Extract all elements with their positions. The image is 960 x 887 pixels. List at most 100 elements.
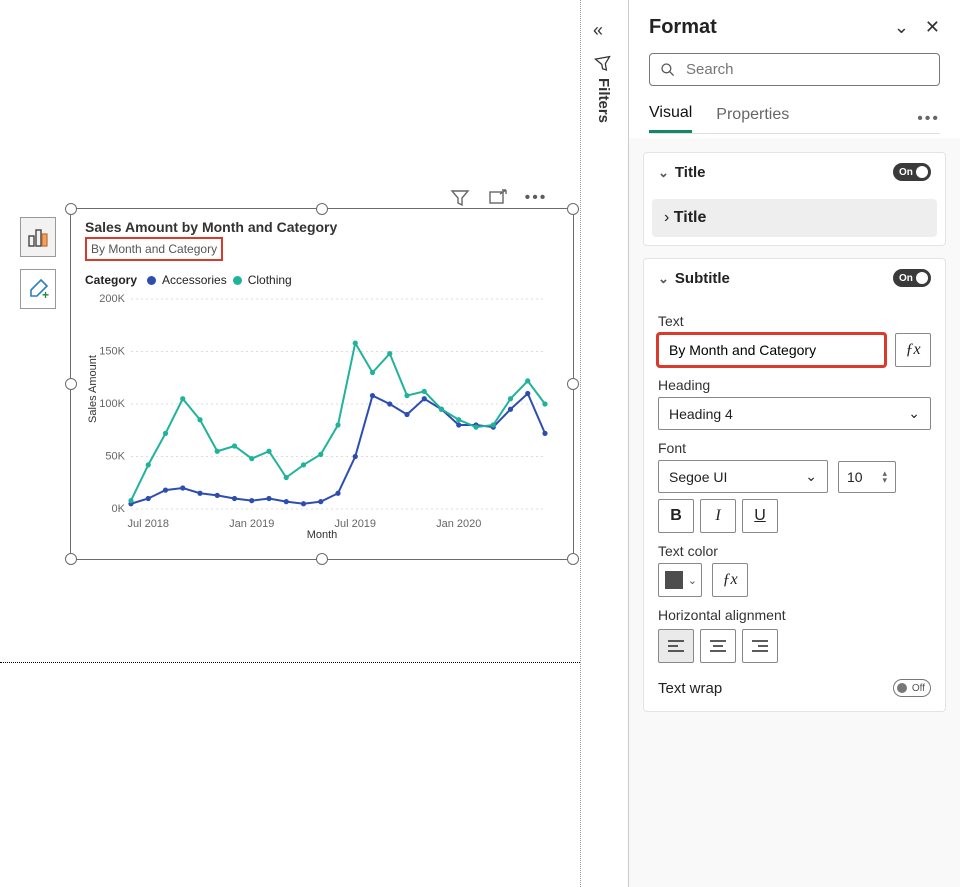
- page-border: [0, 662, 580, 663]
- resize-handle[interactable]: [65, 203, 77, 215]
- font-size-input[interactable]: 10 ▴▾: [838, 461, 896, 493]
- align-left-icon: [667, 639, 685, 653]
- resize-handle[interactable]: [567, 378, 579, 390]
- ellipsis-icon: •••: [525, 189, 548, 207]
- search-input[interactable]: [684, 60, 929, 79]
- fx-button[interactable]: ƒx: [712, 563, 748, 597]
- spinner-icon: ▴▾: [882, 470, 887, 484]
- funnel-icon: [450, 188, 470, 208]
- tab-visual[interactable]: Visual: [649, 104, 692, 133]
- resize-handle[interactable]: [316, 553, 328, 565]
- tabs-more-button[interactable]: •••: [917, 110, 940, 128]
- align-center-icon: [709, 639, 727, 653]
- align-left-button[interactable]: [658, 629, 694, 663]
- chevron-down-icon: ⌄: [658, 165, 669, 180]
- italic-button[interactable]: I: [700, 499, 736, 533]
- resize-handle[interactable]: [65, 378, 77, 390]
- chevron-double-left-icon: «: [593, 20, 603, 40]
- title-toggle[interactable]: On: [893, 163, 931, 181]
- bar-chart-icon: [27, 226, 49, 248]
- subtitle-toggle[interactable]: On: [893, 269, 931, 287]
- chevron-down-icon: ⌄: [908, 405, 920, 422]
- text-field-label: Text: [658, 313, 931, 329]
- resize-handle[interactable]: [316, 203, 328, 215]
- filters-label[interactable]: Filters: [595, 78, 612, 123]
- text-wrap-label: Text wrap: [658, 680, 722, 697]
- visual-tool-palette: +: [20, 217, 56, 321]
- svg-text:100K: 100K: [99, 398, 125, 410]
- tool-brush-button[interactable]: +: [20, 269, 56, 309]
- filters-funnel-icon: [593, 54, 615, 80]
- color-swatch-icon: [665, 571, 683, 589]
- legend-item: Clothing: [248, 273, 292, 287]
- underline-button[interactable]: U: [742, 499, 778, 533]
- pane-title: Format: [649, 16, 717, 39]
- chevron-down-icon: ⌄: [894, 17, 909, 37]
- svg-text:0K: 0K: [112, 503, 126, 515]
- align-right-icon: [751, 639, 769, 653]
- subtitle-text-input[interactable]: [658, 334, 885, 366]
- legend-label: Category: [85, 273, 137, 287]
- subtitle-card-label: Subtitle: [675, 270, 730, 287]
- fx-icon: ƒx: [722, 571, 737, 589]
- ellipsis-icon: •••: [917, 110, 940, 127]
- title-card-header[interactable]: ⌄ Title On: [644, 153, 945, 191]
- svg-text:Jul 2019: Jul 2019: [334, 518, 376, 530]
- text-wrap-toggle[interactable]: Off: [893, 679, 931, 697]
- format-pane: Format ⌄ ✕ Visual Properties ••• ⌄ Title …: [628, 0, 960, 887]
- horizontal-alignment-label: Horizontal alignment: [658, 607, 931, 623]
- svg-text:150K: 150K: [99, 346, 125, 358]
- resize-handle[interactable]: [65, 553, 77, 565]
- tab-properties[interactable]: Properties: [716, 106, 789, 132]
- svg-text:200K: 200K: [99, 293, 125, 305]
- text-color-label: Text color: [658, 543, 931, 559]
- title-subcard-label: Title: [674, 209, 707, 226]
- title-card-label: Title: [675, 164, 706, 181]
- legend-swatch-clothing: [233, 276, 242, 285]
- title-subcard[interactable]: › Title: [652, 199, 937, 237]
- svg-text:Jan 2020: Jan 2020: [436, 518, 481, 530]
- chart-title: Sales Amount by Month and Category: [85, 219, 559, 235]
- subtitle-card-header[interactable]: ⌄ Subtitle On: [644, 259, 945, 297]
- chart-plot-area: Sales Amount 0K50K100K150K200KJul 2018Ja…: [85, 293, 559, 533]
- more-options-button[interactable]: •••: [524, 186, 548, 210]
- chevron-right-icon: ›: [664, 209, 669, 226]
- resize-handle[interactable]: [567, 203, 579, 215]
- filters-pane-collapsed: « Filters: [580, 0, 628, 887]
- focus-icon: [488, 188, 508, 208]
- fx-icon: ƒx: [905, 341, 920, 359]
- collapse-pane-button[interactable]: ⌄: [894, 17, 909, 38]
- fx-button[interactable]: ƒx: [895, 333, 931, 367]
- visual-header-tools: •••: [448, 186, 548, 210]
- chart-legend: Category Accessories Clothing: [85, 273, 559, 287]
- heading-field-label: Heading: [658, 377, 931, 393]
- focus-mode-button[interactable]: [486, 186, 510, 210]
- line-chart-visual[interactable]: Sales Amount by Month and Category By Mo…: [70, 208, 574, 560]
- filter-icon-button[interactable]: [448, 186, 472, 210]
- text-color-picker[interactable]: ⌄: [658, 563, 702, 597]
- align-right-button[interactable]: [742, 629, 778, 663]
- subtitle-card: ⌄ Subtitle On Text ƒx Heading Heading 4 ⌄…: [643, 258, 946, 712]
- legend-swatch-accessories: [147, 276, 156, 285]
- heading-select[interactable]: Heading 4 ⌄: [658, 397, 931, 430]
- font-family-select[interactable]: Segoe UI ⌄: [658, 460, 828, 493]
- chart-subtitle: By Month and Category: [91, 242, 217, 256]
- chevron-down-icon: ⌄: [688, 574, 697, 587]
- chevron-down-icon: ⌄: [805, 468, 817, 485]
- close-pane-button[interactable]: ✕: [925, 17, 940, 38]
- bold-button[interactable]: B: [658, 499, 694, 533]
- svg-text:+: +: [42, 288, 49, 300]
- font-field-label: Font: [658, 440, 931, 456]
- align-center-button[interactable]: [700, 629, 736, 663]
- tool-chart-button[interactable]: [20, 217, 56, 257]
- svg-text:50K: 50K: [105, 451, 125, 463]
- report-canvas[interactable]: + ••• Sales Amount by Month and Category…: [0, 0, 580, 887]
- svg-text:Jul 2018: Jul 2018: [127, 518, 169, 530]
- expand-filters-button[interactable]: «: [593, 20, 603, 41]
- search-box[interactable]: [649, 53, 940, 86]
- svg-text:Jan 2019: Jan 2019: [229, 518, 274, 530]
- heading-value: Heading 4: [669, 406, 733, 422]
- resize-handle[interactable]: [567, 553, 579, 565]
- font-size-value: 10: [847, 469, 863, 485]
- chevron-down-icon: ⌄: [658, 271, 669, 286]
